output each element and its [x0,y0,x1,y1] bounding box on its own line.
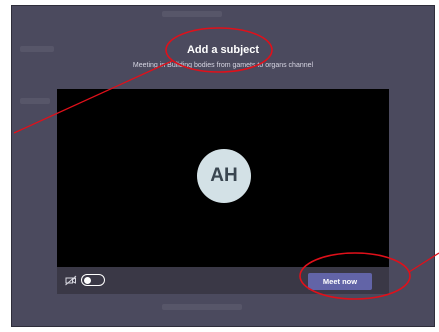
background-placeholder-bar [162,304,242,310]
toggle-knob [84,276,91,284]
background-placeholder-bar [20,98,50,104]
avatar: AH [197,149,251,203]
meet-now-button[interactable]: Meet now [308,273,372,290]
video-preview: AH [57,89,389,267]
background-placeholder-bar [162,11,222,17]
dialog-title[interactable]: Add a subject [12,44,434,56]
camera-off-icon[interactable] [65,275,77,286]
camera-toggle[interactable] [81,274,105,286]
preview-control-bar: Meet now [57,267,389,294]
dialog-subtitle: Meeting in Building bodies from gamets t… [132,62,314,69]
meeting-dialog-backdrop: Add a subject Meeting in Building bodies… [11,5,435,327]
